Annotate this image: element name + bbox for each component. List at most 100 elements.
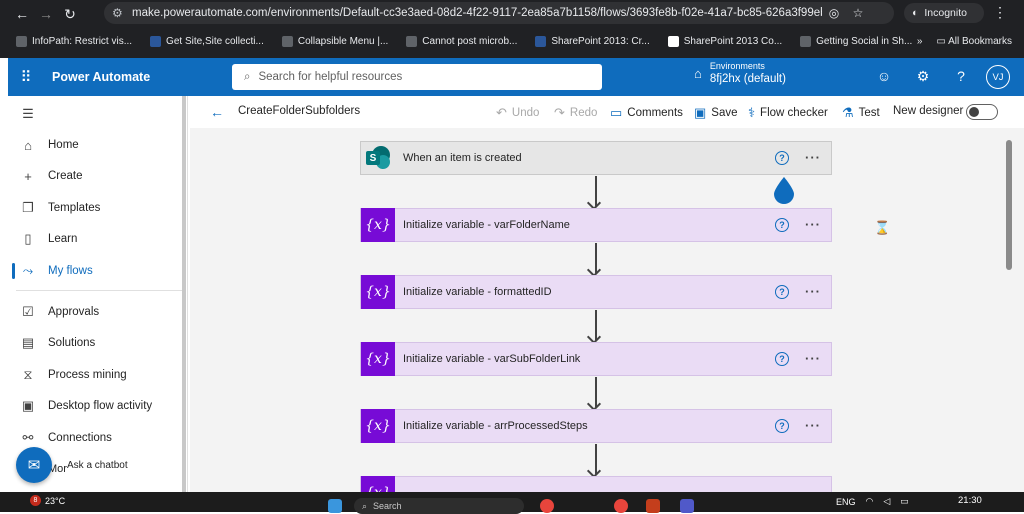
all-bookmarks-button[interactable]: ▭ All Bookmarks bbox=[936, 36, 1012, 47]
more-bookmarks-button[interactable]: » bbox=[917, 36, 923, 47]
more-options-icon[interactable]: ··· bbox=[805, 150, 821, 165]
busy-cursor-icon: ⌛ bbox=[874, 220, 891, 235]
action-card-var-sub-folder-link[interactable]: {x} Initialize variable - varSubFolderLi… bbox=[360, 342, 832, 376]
bookmark[interactable]: Collapsible Menu |... bbox=[281, 36, 388, 47]
more-options-icon[interactable]: ··· bbox=[805, 351, 821, 366]
toggle-knob bbox=[969, 107, 979, 117]
undo-button[interactable]: ↶ Undo bbox=[496, 105, 539, 121]
clock[interactable]: 21:30 bbox=[958, 495, 982, 506]
action-title: Initialize variable - varSubFolderLink bbox=[403, 353, 581, 365]
bookmarks-right: » ▭ All Bookmarks bbox=[917, 29, 1012, 54]
sidebar-item-home[interactable]: ⌂ Home bbox=[8, 131, 184, 159]
bookmark[interactable]: SharePoint 2013: Cr... bbox=[535, 36, 650, 47]
help-icon[interactable]: ? bbox=[951, 68, 971, 84]
bookmark[interactable]: Getting Social in Sh... bbox=[800, 36, 912, 47]
more-options-icon[interactable]: ··· bbox=[805, 217, 821, 232]
sidebar-item-process-mining[interactable]: ⧖ Process mining bbox=[8, 361, 184, 389]
search-input[interactable]: ⌕ Search for helpful resources bbox=[232, 64, 602, 90]
connector-arrow[interactable] bbox=[595, 176, 597, 206]
address-bar[interactable]: ⚙ make.powerautomate.com/environments/De… bbox=[104, 2, 894, 24]
sidebar-item-my-flows[interactable]: ⤳ My flows bbox=[8, 257, 184, 285]
undo-icon: ↶ bbox=[496, 105, 507, 120]
desktop-flow-icon: ▣ bbox=[21, 398, 35, 413]
redo-button[interactable]: ↷ Redo bbox=[554, 105, 597, 121]
chrome-icon[interactable] bbox=[540, 499, 554, 513]
trigger-card[interactable]: S When an item is created ? ··· bbox=[360, 141, 832, 175]
gear-icon[interactable]: ⚙ bbox=[913, 68, 933, 85]
solutions-icon: ▤ bbox=[21, 335, 35, 350]
environment-picker[interactable]: ⌂ Environments 8fj2hx (default) bbox=[694, 61, 786, 86]
comments-button[interactable]: ▭ Comments bbox=[610, 105, 683, 121]
action-card-partial[interactable]: {x} bbox=[360, 476, 832, 492]
back-arrow-icon[interactable]: ← bbox=[210, 104, 224, 120]
bookmark[interactable]: Get Site,Site collecti... bbox=[150, 36, 264, 47]
bookmark-favicon-icon bbox=[16, 36, 27, 47]
app-name[interactable]: Power Automate bbox=[52, 70, 232, 84]
connector-arrow[interactable] bbox=[595, 377, 597, 407]
reload-icon[interactable]: ↻ bbox=[58, 6, 82, 23]
save-button[interactable]: ▣ Save bbox=[694, 105, 738, 121]
chatbot-button[interactable]: ✉ bbox=[16, 447, 52, 483]
help-icon[interactable]: ? bbox=[775, 151, 789, 165]
connections-icon: ⚯ bbox=[22, 430, 34, 445]
action-card-arr-processed-steps[interactable]: {x} Initialize variable - arrProcessedSt… bbox=[360, 409, 832, 443]
save-icon: ▣ bbox=[694, 105, 707, 120]
forward-icon[interactable]: → bbox=[34, 6, 58, 22]
sidebar-item-create[interactable]: + Create bbox=[8, 162, 184, 190]
environment-icon: ⌂ bbox=[694, 66, 702, 81]
chrome-incognito-icon[interactable] bbox=[614, 499, 628, 513]
avatar[interactable]: VJ bbox=[986, 65, 1010, 89]
browser-menu-icon[interactable]: ⋮ bbox=[990, 4, 1010, 21]
url-text[interactable]: make.powerautomate.com/environments/Defa… bbox=[132, 7, 822, 19]
weather-widget[interactable]: 8 23°C bbox=[30, 495, 65, 506]
taskbar: 8 23°C ⌕ Search ENG ◠ ◁ ▭ 21:30 bbox=[0, 492, 1024, 514]
volume-icon[interactable]: ◁ bbox=[883, 496, 890, 507]
smiley-icon[interactable]: ☺ bbox=[874, 68, 894, 84]
hamburger-menu[interactable]: ☰ bbox=[8, 100, 184, 128]
flow-canvas[interactable]: S When an item is created ? ··· {x} Init… bbox=[190, 128, 1024, 492]
more-options-icon[interactable]: ··· bbox=[805, 418, 821, 433]
app-header: ⠿ Power Automate ⌕ Search for helpful re… bbox=[8, 58, 1024, 96]
sharepoint-icon: S bbox=[361, 141, 395, 175]
teams-icon[interactable] bbox=[680, 499, 694, 513]
windows-start-icon[interactable] bbox=[328, 499, 342, 513]
back-icon[interactable]: ← bbox=[10, 6, 34, 22]
new-designer-toggle[interactable] bbox=[966, 104, 998, 120]
wifi-icon[interactable]: ◠ bbox=[866, 496, 874, 507]
test-button[interactable]: ⚗ Test bbox=[842, 105, 880, 121]
star-icon[interactable]: ☆ bbox=[846, 6, 870, 20]
insert-step-drop-icon[interactable] bbox=[772, 176, 796, 204]
help-icon[interactable]: ? bbox=[775, 285, 789, 299]
action-card-var-folder-name[interactable]: {x} Initialize variable - varFolderName … bbox=[360, 208, 832, 242]
site-info-icon[interactable]: ⚙ bbox=[112, 6, 132, 20]
bookmark-favicon-icon bbox=[800, 36, 812, 47]
battery-icon[interactable]: ▭ bbox=[900, 496, 909, 507]
flow-checker-button[interactable]: ⚕ Flow checker bbox=[748, 105, 828, 121]
bookmark[interactable]: SharePoint 2013 Co... bbox=[667, 36, 782, 47]
language-indicator[interactable]: ENG bbox=[836, 497, 856, 507]
sidebar-item-desktop-flow-activity[interactable]: ▣ Desktop flow activity bbox=[8, 392, 184, 420]
canvas-scrollbar[interactable] bbox=[1006, 140, 1012, 270]
help-icon[interactable]: ? bbox=[775, 218, 789, 232]
connector-arrow[interactable] bbox=[595, 310, 597, 340]
more-options-icon[interactable]: ··· bbox=[805, 284, 821, 299]
sidebar-scrollbar[interactable] bbox=[182, 96, 186, 492]
sidebar-item-templates[interactable]: ❐ Templates bbox=[8, 194, 184, 222]
connector-arrow[interactable] bbox=[595, 243, 597, 273]
designer-toolbar: ← CreateFolderSubfolders ↶ Undo ↷ Redo ▭ Co… bbox=[190, 96, 1024, 128]
sidebar-item-approvals[interactable]: ☑ Approvals bbox=[8, 298, 184, 326]
sidebar-item-solutions[interactable]: ▤ Solutions bbox=[8, 329, 184, 357]
help-icon[interactable]: ? bbox=[775, 352, 789, 366]
bookmark[interactable]: Cannot post microb... bbox=[406, 36, 517, 47]
incognito-badge[interactable]: ◐ Incognito bbox=[904, 3, 984, 23]
variable-icon: {x} bbox=[361, 208, 395, 242]
eye-off-icon[interactable]: ◎ bbox=[822, 6, 846, 20]
bookmarks-bar: InfoPath: Restrict vis... Get Site,Site … bbox=[0, 29, 1024, 54]
powerpoint-icon[interactable] bbox=[646, 499, 660, 513]
action-card-formatted-id[interactable]: {x} Initialize variable - formattedID ? … bbox=[360, 275, 832, 309]
connector-arrow[interactable] bbox=[595, 444, 597, 474]
sidebar-item-learn[interactable]: ▯ Learn bbox=[8, 225, 184, 253]
bookmark[interactable]: InfoPath: Restrict vis... bbox=[16, 36, 132, 47]
app-launcher-icon[interactable]: ⠿ bbox=[8, 68, 44, 86]
help-icon[interactable]: ? bbox=[775, 419, 789, 433]
